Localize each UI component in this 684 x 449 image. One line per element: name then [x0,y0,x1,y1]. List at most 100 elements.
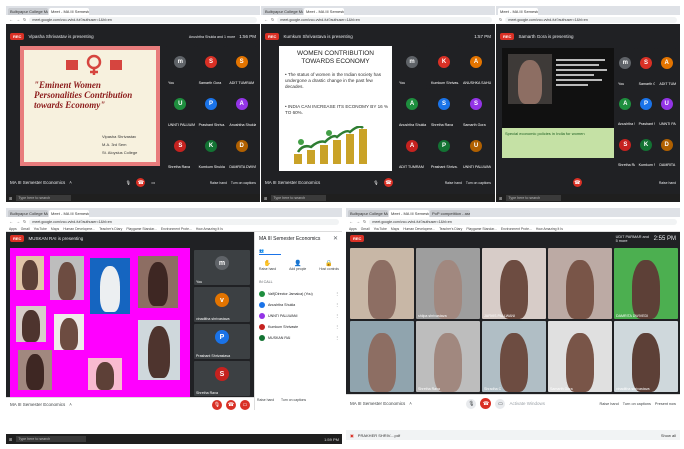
bookmark-item[interactable]: Environment Prote... [161,226,192,231]
chevron-up-icon[interactable]: ˄ [69,402,72,407]
people-list-item[interactable]: Vaif(Director Jamaica) (You) ⋮ [259,288,339,299]
bookmark-item[interactable]: YouTube [374,226,387,231]
raise-hand-button[interactable]: Raise hand [210,181,227,185]
video-tile[interactable]: DAMRITA DWIVEDI [614,248,678,319]
raise-hand-button[interactable]: Raise hand [600,402,619,406]
add-person-action[interactable]: 👤 Add people [289,260,306,274]
taskbar-search[interactable]: Type here to search [16,436,87,442]
participant-tile[interactable]: m You [397,46,427,86]
windows-start-icon[interactable]: ⊞ [499,196,502,201]
bookmark-item[interactable]: How Amazing It Is [196,226,223,231]
people-list-item[interactable]: Kumkum Shrivaste ⋮ [259,321,339,332]
participant-tile[interactable]: S ADIT TUMRAM [227,46,256,86]
back-icon[interactable]: ← [349,219,353,224]
taskbar-search[interactable]: Type here to search [16,195,72,201]
participant-tile[interactable]: S Samarth Gora [636,48,656,87]
bookmark-item[interactable]: YouTube [34,226,47,231]
show-all-link[interactable]: Show all [661,433,676,438]
participant-tile[interactable]: P Prashant Shriva. [636,88,656,128]
video-tile[interactable] [548,248,612,319]
bookmark-item[interactable]: Teacher's Diary [439,226,462,231]
video-tile[interactable]: JARVIS PALLWANI [482,248,546,319]
bookmark-item[interactable]: Gmail [361,226,370,231]
participant-tile[interactable]: U UNNTI PALLWANI [461,130,491,170]
windows-start-icon[interactable]: ⊞ [9,437,12,442]
reload-icon[interactable]: ↻ [363,219,366,224]
video-tile[interactable] [350,248,414,319]
video-tile[interactable]: Samarth Gora [548,321,612,392]
bookmark-item[interactable]: How Amazing It Is [536,226,563,231]
participant-tile[interactable]: m You [616,48,635,87]
video-tile[interactable]: vinaditha shrivastava [614,321,678,392]
participant-tile[interactable]: A ADIT TUMRAM [397,130,427,170]
download-item[interactable]: PRAKHER SHRIV....pdf [358,433,400,438]
close-icon[interactable]: ✕ [333,235,338,242]
raise-hand-button[interactable]: Raise hand [659,181,676,185]
captions-button[interactable]: Turn on captions [466,181,491,185]
present-now-button[interactable]: Present now [655,402,676,406]
bookmark-item[interactable]: Environment Prote... [501,226,532,231]
bookmark-item[interactable]: Teacher's Diary [99,226,122,231]
participant-tile[interactable]: U UNNTI PALLWANI [657,88,676,128]
people-list-item[interactable]: Anushtha Shukla ⋮ [259,299,339,310]
forward-icon[interactable]: → [16,17,20,22]
bookmark-item[interactable]: Maps [391,226,399,231]
participant-tile[interactable]: S Shretha Rava [429,88,459,128]
participant-tile[interactable]: K Kumkum Shukla [196,130,226,170]
participant-tile[interactable]: P Prashant Shrivastava [194,324,250,359]
end-call-button[interactable]: ☎ [226,399,236,410]
url-input[interactable]: meet.google.com/vco-vvhd-fut?authuser=1&… [29,218,339,225]
camera-off-button[interactable]: ▭ [240,399,250,410]
end-call-button[interactable]: ☎ [384,178,393,187]
more-options-icon[interactable]: ⋮ [335,303,339,307]
bookmark-item[interactable]: Playgame Standar... [466,226,497,231]
windows-start-icon[interactable]: ⊞ [264,196,267,201]
more-options-icon[interactable]: ⋮ [335,292,339,296]
forward-icon[interactable]: → [16,219,20,224]
url-input[interactable]: meet.google.com/vco-vvhd-fut?authuser=1&… [277,16,492,23]
url-input[interactable]: meet.google.com/vco-vvhd-fut?authuser=1&… [505,16,677,23]
browser-tab-active[interactable]: Meet - MA III Semester Ec [49,210,89,217]
people-list-item[interactable]: MUSKAN RAI ⋮ [259,332,339,343]
end-call-button[interactable]: ☎ [480,398,492,409]
participant-tile[interactable]: S Samarth Gora [196,46,226,86]
bookmark-item[interactable]: Apps [349,226,357,231]
participant-tile[interactable]: S Samarth Gora [461,88,491,128]
captions-button[interactable]: Turn on captions [281,398,306,402]
chevron-up-icon[interactable]: ˄ [409,401,412,406]
participant-tile[interactable]: m You [194,250,250,285]
reload-icon[interactable]: ↻ [23,219,26,224]
video-tile[interactable]: Shradha C [482,321,546,392]
windows-start-icon[interactable]: ⊞ [9,196,12,201]
bookmark-item[interactable]: Maps [51,226,59,231]
participant-tile[interactable]: P Prashant Shriva. [429,130,459,170]
mic-off-icon[interactable]: 🎙 [372,179,380,187]
bookmark-item[interactable]: Human Developme... [403,226,435,231]
participant-tile[interactable]: D DAMRITA DWIVEDI [227,130,256,170]
forward-icon[interactable]: → [356,219,360,224]
video-tile[interactable] [350,321,414,392]
browser-tab-active[interactable]: Meet - MA III Semester Ec [304,8,344,15]
camera-button[interactable]: ▭ [495,398,506,409]
captions-button[interactable]: Turn on captions [231,181,256,185]
participant-tile[interactable]: S Shretha Rava [166,130,195,170]
host-controls-action[interactable]: 🔒 Host controls [319,260,339,274]
video-tile[interactable]: shilpa shrivastava [416,248,480,319]
participant-tile[interactable]: v vinaditha shrivastava [194,287,250,322]
people-tab[interactable]: 👥 [259,248,281,255]
taskbar-search[interactable]: Type here to search [271,195,327,201]
participant-tile[interactable]: A ANUSHKA SAHU [461,46,491,86]
participant-tile[interactable]: A ADIT TUMRAM [657,48,676,87]
more-options-icon[interactable]: ⋮ [335,325,339,329]
reload-icon[interactable]: ↻ [271,17,274,22]
captions-button[interactable]: Turn on captions [623,402,651,406]
camera-off-icon[interactable]: ▭ [149,179,157,187]
browser-tab[interactable]: PoP competition - assignment [430,210,470,217]
participant-tile[interactable]: P Prashant Shriva. [196,88,226,128]
more-options-icon[interactable]: ⋮ [335,314,339,318]
video-tile[interactable]: Shretha Rava [416,321,480,392]
participant-tile[interactable]: A Anushtha Shukla [397,88,427,128]
browser-tab-active[interactable]: Meet - MA III Semester Ec [389,210,429,217]
more-options-icon[interactable]: ⋮ [335,336,339,340]
browser-tab[interactable]: Bulbyapur College Mail [263,8,303,15]
